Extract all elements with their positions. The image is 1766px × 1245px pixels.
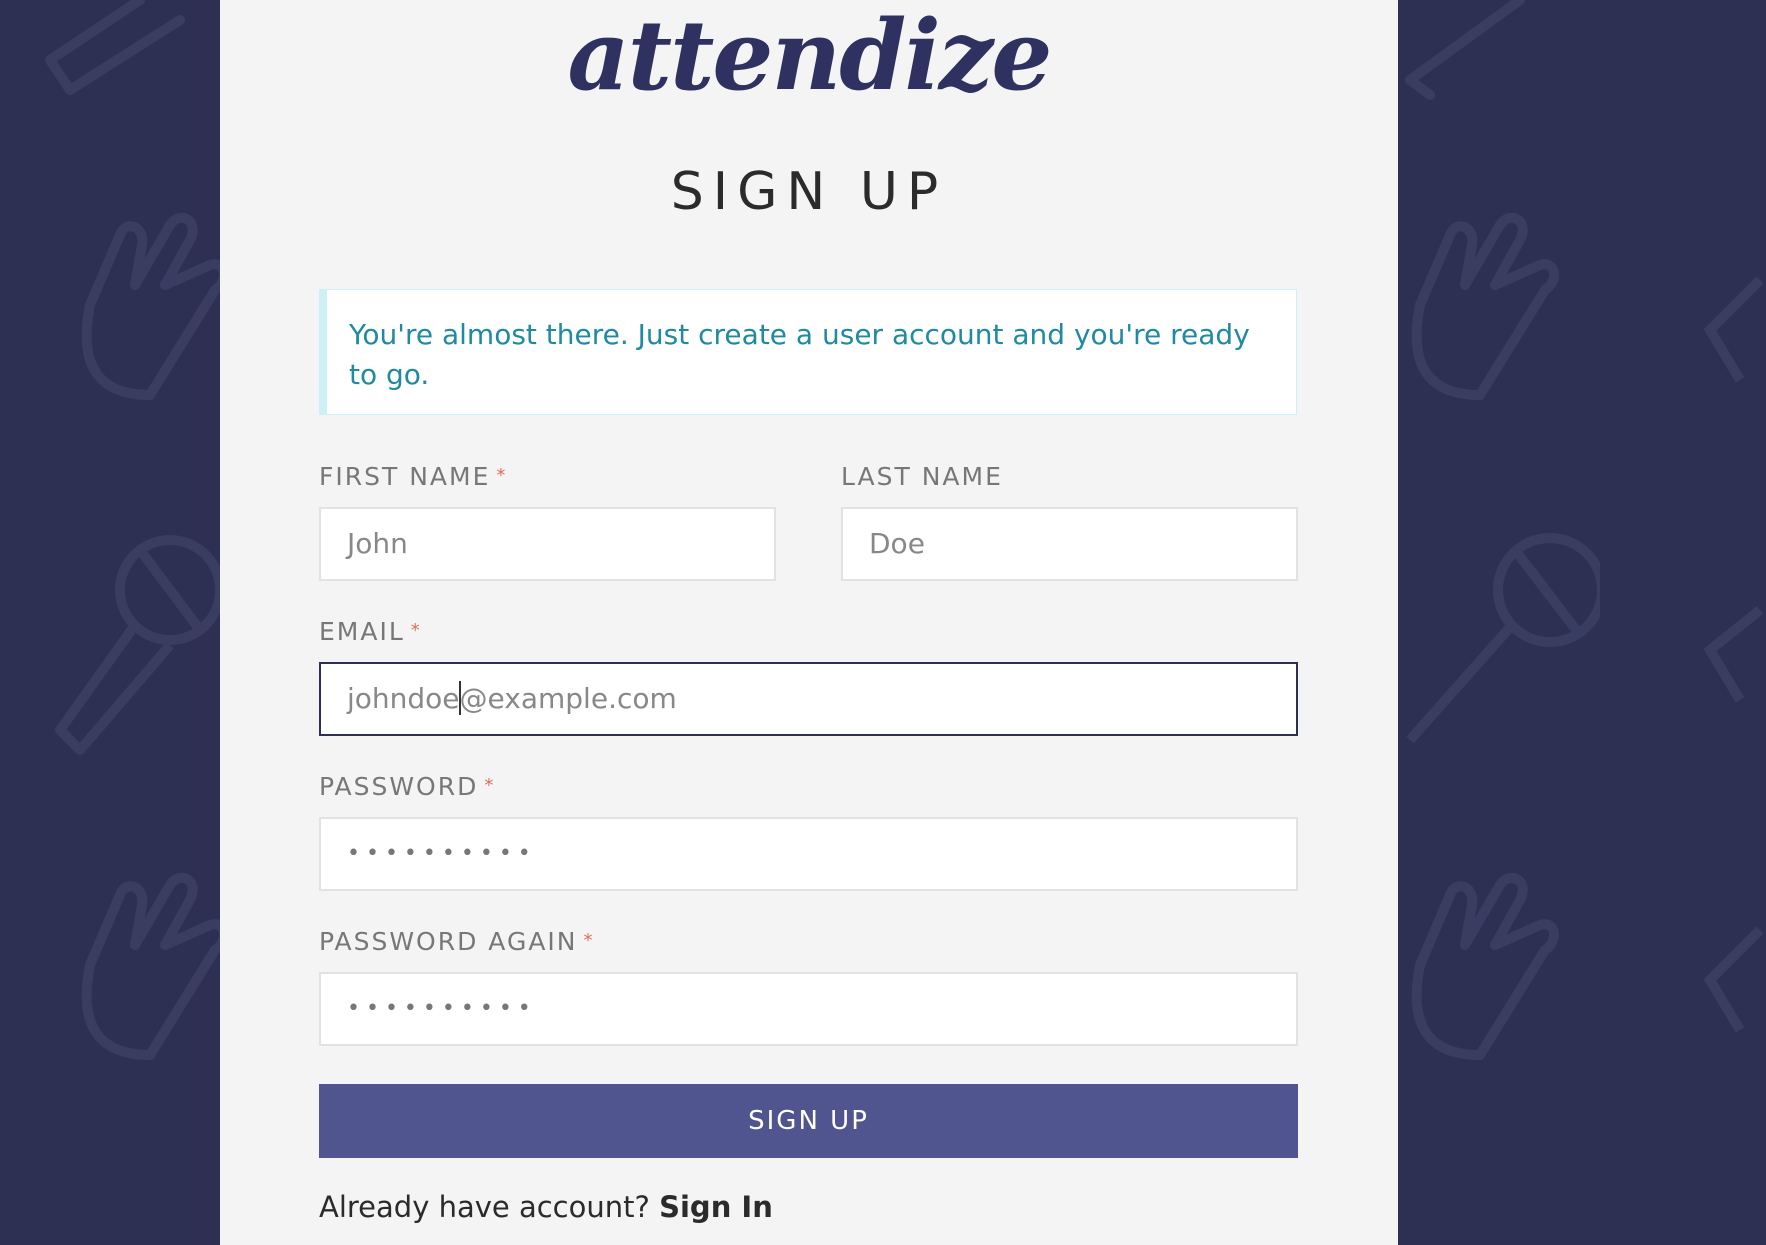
required-marker: * (496, 465, 506, 486)
password-masked-value: •••••••••• (347, 841, 537, 866)
partial-icon (1703, 606, 1764, 703)
hand-icon (1411, 212, 1559, 400)
alert-message: You're almost there. Just create a user … (349, 318, 1250, 391)
attendize-logo[interactable]: attendize (220, 8, 1398, 104)
hand-icon (45, 0, 185, 95)
required-marker: * (583, 930, 593, 951)
hand-icon (1405, 0, 1525, 100)
info-alert: You're almost there. Just create a user … (319, 289, 1297, 415)
last-name-field[interactable]: Doe (841, 507, 1298, 581)
hand-icon (1411, 872, 1559, 1060)
microphone-icon (1406, 533, 1600, 744)
microphone-icon (55, 535, 220, 755)
page-title: SIGN UP (670, 162, 948, 222)
password-again-masked-value: •••••••••• (347, 996, 537, 1021)
sign-in-link[interactable]: Sign In (659, 1190, 773, 1224)
sign-up-button[interactable]: SIGN UP (319, 1084, 1298, 1158)
signup-panel: attendize SIGN UP You're almost there. J… (220, 0, 1398, 1245)
hand-icon (81, 872, 229, 1060)
partial-icon (1703, 926, 1764, 1033)
last-name-label: LAST NAME (841, 462, 1003, 491)
password-label: PASSWORD * (319, 772, 494, 801)
first-name-placeholder: John (347, 527, 408, 560)
hand-icon (81, 212, 229, 400)
required-marker: * (410, 620, 420, 641)
partial-icon (1703, 276, 1764, 383)
password-again-field[interactable]: •••••••••• (319, 972, 1298, 1046)
email-label: EMAIL * (319, 617, 420, 646)
required-marker: * (484, 775, 494, 796)
password-again-label: PASSWORD AGAIN * (319, 927, 593, 956)
email-field[interactable]: johndoe@example.com (319, 662, 1298, 736)
first-name-field[interactable]: John (319, 507, 776, 581)
password-field[interactable]: •••••••••• (319, 817, 1298, 891)
last-name-placeholder: Doe (869, 527, 925, 560)
sign-in-prompt: Already have account? Sign In (319, 1190, 773, 1224)
first-name-label: FIRST NAME * (319, 462, 506, 491)
